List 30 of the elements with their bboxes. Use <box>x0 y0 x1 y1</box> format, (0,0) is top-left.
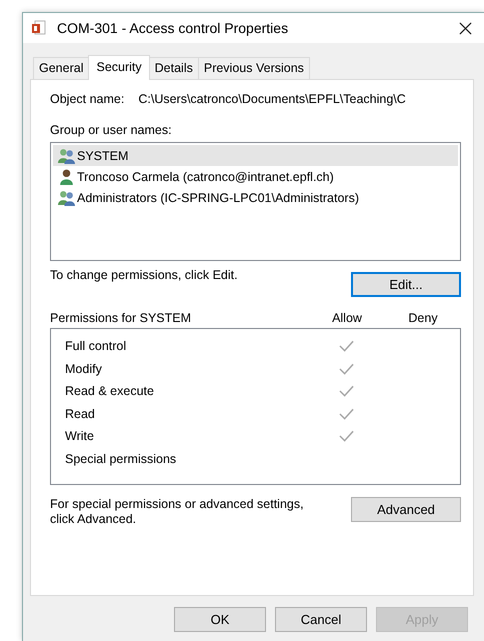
group-names-label: Group or user names: <box>50 123 173 137</box>
tab[interactable]: Previous Versions <box>198 57 310 79</box>
tab[interactable]: Security <box>88 55 150 80</box>
permission-name: Read <box>65 406 96 421</box>
permission-name: Write <box>65 429 95 444</box>
close-icon[interactable] <box>459 22 472 34</box>
advanced-button[interactable]: Advanced <box>351 497 461 522</box>
window-title: COM-301 - Access control Properties <box>57 20 290 36</box>
dialog-button[interactable]: Cancel <box>275 607 367 632</box>
users-icon <box>58 189 75 206</box>
document-icon <box>31 20 47 36</box>
object-name-label: Object name: <box>50 92 124 106</box>
column-header: Deny <box>407 311 439 325</box>
dialog-button[interactable]: OK <box>174 607 266 632</box>
permission-name: Read & execute <box>65 384 155 398</box>
user-icon <box>58 168 75 185</box>
change-permissions-hint: To change permissions, click Edit. <box>50 268 238 282</box>
user-list-item[interactable]: SYSTEM <box>53 145 458 166</box>
permission-name: Special permissions <box>65 452 178 466</box>
permission-name: Modify <box>65 362 103 376</box>
advanced-hint: For special permissions or advanced settings, click Advanced. <box>50 497 305 527</box>
user-list-item[interactable]: Administrators (IC-SPRING-LPC01\Administrators) <box>53 187 458 208</box>
column-header: Allow <box>331 311 363 325</box>
tab[interactable]: General <box>33 57 90 79</box>
object-name-value: C:\Users\catronco\Documents\EPFL\Teaching\C <box>138 92 406 106</box>
user-list-item[interactable]: Troncoso Carmela (catronco@intranet.epfl.ch) <box>53 166 458 187</box>
permissions-title: Permissions for SYSTEM <box>50 311 192 325</box>
permission-name: Full control <box>65 339 128 354</box>
users-icon <box>58 147 75 164</box>
edit-button[interactable]: Edit... <box>351 272 461 297</box>
